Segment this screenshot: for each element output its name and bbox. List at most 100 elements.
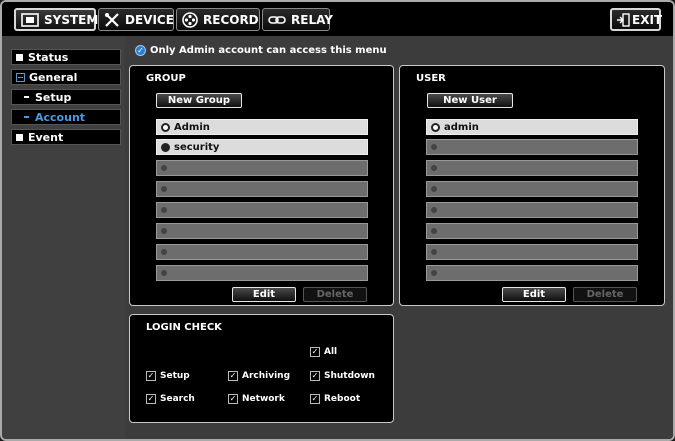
group-row-label: Admin [174, 121, 210, 133]
checkbox-label: Reboot [324, 394, 361, 404]
checkbox-all[interactable]: ✓ All [310, 347, 337, 357]
group-delete-button[interactable]: Delete [303, 287, 367, 302]
tab-device-label: DEVICE [125, 12, 174, 27]
group-row[interactable] [156, 160, 368, 176]
dot-icon [431, 228, 437, 234]
dot-icon [431, 165, 437, 171]
user-row[interactable] [426, 223, 638, 239]
square-bullet-icon [16, 133, 23, 141]
exit-button[interactable]: EXIT [610, 8, 663, 31]
dot-icon [161, 249, 167, 255]
checkbox-label: Setup [160, 371, 190, 381]
tab-system-label: SYSTEM [44, 12, 99, 27]
checkbox-label: Search [160, 394, 195, 404]
user-title: USER [416, 73, 446, 84]
collapse-icon[interactable] [16, 72, 25, 82]
dot-icon [161, 228, 167, 234]
group-row[interactable]: Admin [156, 119, 368, 135]
checkbox-label: Network [242, 394, 285, 404]
dot-icon [431, 186, 437, 192]
checkbox-network[interactable]: ✓ Network [228, 394, 285, 404]
dot-icon [161, 207, 167, 213]
user-row[interactable] [426, 265, 638, 281]
sidebar-item-account[interactable]: Account [11, 109, 121, 125]
checkbox-icon: ✓ [228, 394, 238, 404]
sidebar: Status General Setup Account Event [2, 36, 125, 439]
group-row[interactable] [156, 265, 368, 281]
user-panel: USER New User admin Edit Delete [399, 65, 665, 306]
group-panel: GROUP New Group Admin security Edit Dele… [129, 65, 394, 306]
radio-icon [161, 142, 170, 152]
film-reel-icon [182, 11, 198, 28]
group-row[interactable] [156, 181, 368, 197]
sidebar-item-setup[interactable]: Setup [11, 89, 121, 105]
user-row[interactable]: admin [426, 119, 638, 135]
checkbox-search[interactable]: ✓ Search [146, 394, 195, 404]
checkbox-archiving[interactable]: ✓ Archiving [228, 371, 290, 381]
user-delete-button[interactable]: Delete [573, 287, 637, 302]
checkbox-shutdown[interactable]: ✓ Shutdown [310, 371, 375, 381]
top-menu-bar: SYSTEM DEVICE RECORD RELAY EXIT [2, 2, 673, 36]
dot-icon [161, 186, 167, 192]
exit-door-icon [616, 12, 630, 28]
sidebar-item-general[interactable]: General [11, 69, 121, 85]
checkbox-icon: ✓ [310, 371, 320, 381]
login-check-title: LOGIN CHECK [146, 322, 222, 333]
tab-relay[interactable]: RELAY [262, 8, 333, 31]
user-row[interactable] [426, 181, 638, 197]
checkbox-reboot[interactable]: ✓ Reboot [310, 394, 360, 404]
new-user-button[interactable]: New User [427, 93, 513, 108]
group-row[interactable]: security [156, 139, 368, 155]
group-row[interactable] [156, 202, 368, 218]
link-icon [268, 12, 286, 28]
dash-icon [24, 116, 29, 118]
checkbox-icon: ✓ [146, 371, 156, 381]
tab-relay-label: RELAY [291, 12, 333, 27]
tab-record-label: RECORD [203, 12, 259, 27]
checkbox-icon: ✓ [310, 347, 320, 357]
sidebar-item-event[interactable]: Event [11, 129, 121, 145]
exit-label: EXIT [632, 12, 663, 27]
app-window: SYSTEM DEVICE RECORD RELAY EXIT Status G… [0, 0, 675, 441]
sidebar-item-label: General [29, 70, 78, 84]
tab-record[interactable]: RECORD [176, 8, 260, 31]
checkbox-label: Shutdown [324, 371, 375, 381]
tab-system[interactable]: SYSTEM [14, 8, 99, 31]
dot-icon [431, 207, 437, 213]
sidebar-item-label: Event [28, 130, 64, 144]
user-row[interactable] [426, 160, 638, 176]
user-row[interactable] [426, 139, 638, 155]
group-edit-button[interactable]: Edit [232, 287, 296, 302]
sidebar-item-label: Setup [35, 90, 72, 104]
monitor-icon [21, 12, 39, 28]
login-check-panel: LOGIN CHECK ✓ All ✓ Setup ✓ Archiving ✓ … [129, 314, 394, 423]
square-bullet-icon [16, 53, 23, 61]
group-row-label: security [174, 141, 220, 153]
notice-text: Only Admin account can access this menu [150, 45, 387, 56]
radio-icon [431, 122, 440, 132]
sidebar-item-label: Status [28, 50, 69, 64]
sidebar-item-label: Account [35, 110, 86, 124]
dot-icon [161, 165, 167, 171]
sidebar-item-status[interactable]: Status [11, 49, 121, 65]
new-group-button[interactable]: New Group [156, 93, 242, 108]
tab-device[interactable]: DEVICE [98, 8, 174, 31]
checkbox-setup[interactable]: ✓ Setup [146, 371, 190, 381]
user-row[interactable] [426, 202, 638, 218]
user-row-label: admin [444, 121, 479, 133]
main-content: ✓ Only Admin account can access this men… [125, 36, 673, 439]
group-row[interactable] [156, 223, 368, 239]
checkbox-label: Archiving [242, 371, 291, 381]
group-row[interactable] [156, 244, 368, 260]
user-edit-button[interactable]: Edit [502, 287, 566, 302]
dot-icon [431, 249, 437, 255]
dot-icon [161, 270, 167, 276]
checkbox-icon: ✓ [228, 371, 238, 381]
user-row[interactable] [426, 244, 638, 260]
group-title: GROUP [146, 73, 186, 84]
tools-icon [104, 12, 120, 28]
checkmark-circle-icon: ✓ [135, 45, 146, 56]
checkbox-label: All [324, 347, 338, 357]
dot-icon [431, 144, 437, 150]
dash-icon [24, 96, 29, 98]
